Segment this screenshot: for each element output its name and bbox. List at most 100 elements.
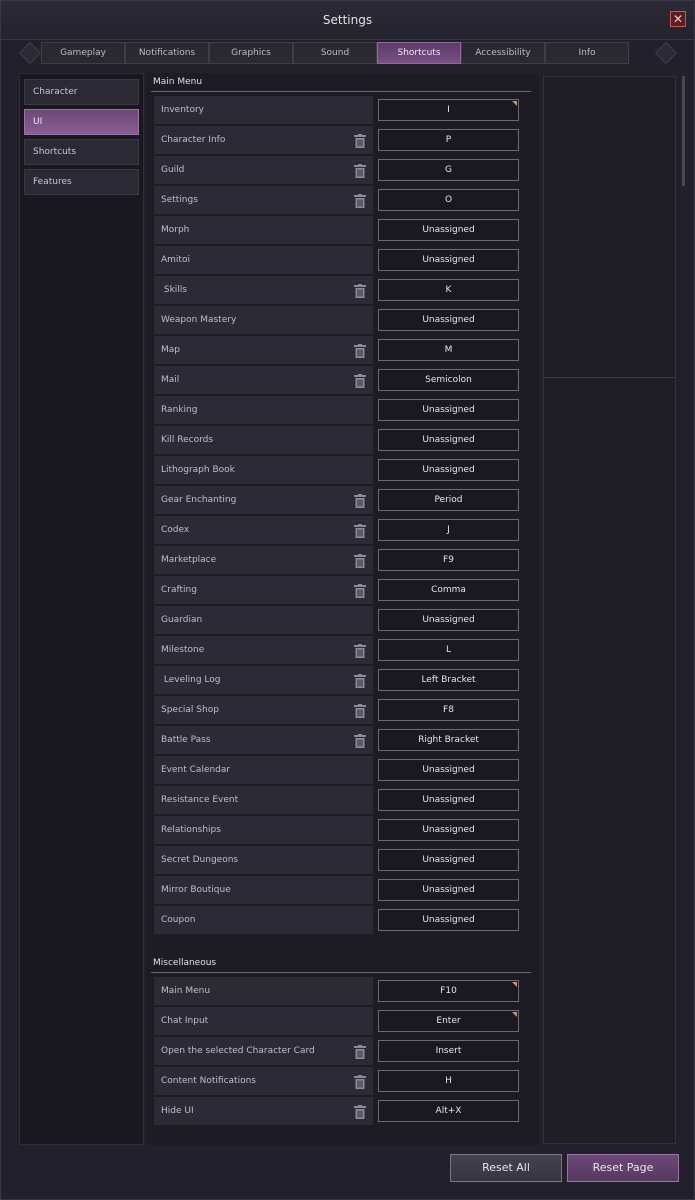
corner-marker-icon <box>512 1012 517 1017</box>
keybind-button[interactable]: P <box>378 129 519 151</box>
keybind-button[interactable]: Unassigned <box>378 819 519 841</box>
trash-icon[interactable] <box>354 643 366 658</box>
tab-left-arrow-icon[interactable] <box>19 42 41 64</box>
tab-accessibility[interactable]: Accessibility <box>461 42 545 64</box>
shortcut-label: Character Info <box>154 126 373 154</box>
keybind-button[interactable]: Left Bracket <box>378 669 519 691</box>
keybind-button[interactable]: Unassigned <box>378 459 519 481</box>
corner-marker-icon <box>512 982 517 987</box>
shortcut-label: Guild <box>154 156 373 184</box>
keybind-value: Period <box>434 495 463 505</box>
trash-icon[interactable] <box>354 583 366 598</box>
tab-sound[interactable]: Sound <box>293 42 377 64</box>
trash-icon[interactable] <box>354 673 366 688</box>
trash-icon[interactable] <box>354 493 366 508</box>
shortcut-label: Morph <box>154 216 373 244</box>
keybind-button[interactable]: Unassigned <box>378 759 519 781</box>
trash-icon[interactable] <box>354 343 366 358</box>
tab-notifications[interactable]: Notifications <box>125 42 209 64</box>
trash-icon[interactable] <box>354 163 366 178</box>
tab-info[interactable]: Info <box>545 42 629 64</box>
reset-all-button[interactable]: Reset All <box>450 1154 562 1182</box>
keybind-value: I <box>447 105 450 115</box>
scrollbar[interactable] <box>682 76 685 186</box>
keybind-button[interactable]: Unassigned <box>378 399 519 421</box>
keybind-button[interactable]: Semicolon <box>378 369 519 391</box>
shortcut-label: Content Notifications <box>154 1067 373 1095</box>
tabs: Gameplay Notifications Graphics Sound Shortc… <box>41 42 629 64</box>
shortcut-row: Lithograph Book Unassigned <box>154 456 520 484</box>
keybind-value: Unassigned <box>422 465 475 475</box>
shortcut-row: Mail Semicolon <box>154 366 520 394</box>
tab-shortcuts[interactable]: Shortcuts <box>377 42 461 64</box>
trash-icon[interactable] <box>354 193 366 208</box>
keybind-value: Enter <box>436 1016 461 1026</box>
section-divider <box>151 91 531 92</box>
keybind-button[interactable]: G <box>378 159 519 181</box>
trash-icon[interactable] <box>354 373 366 388</box>
keybind-button[interactable]: Unassigned <box>378 849 519 871</box>
keybind-button[interactable]: Unassigned <box>378 219 519 241</box>
shortcut-row: Marketplace F9 <box>154 546 520 574</box>
keybind-button[interactable]: M <box>378 339 519 361</box>
shortcut-label: Hide UI <box>154 1097 373 1125</box>
trash-icon[interactable] <box>354 523 366 538</box>
keybind-button[interactable]: F9 <box>378 549 519 571</box>
keybind-button[interactable]: Unassigned <box>378 909 519 931</box>
trash-icon[interactable] <box>354 1044 366 1059</box>
tab-right-arrow-icon[interactable] <box>655 42 677 64</box>
shortcut-label: Main Menu <box>154 977 373 1005</box>
keybind-button[interactable]: Unassigned <box>378 309 519 331</box>
keybind-button[interactable]: J <box>378 519 519 541</box>
trash-icon[interactable] <box>354 133 366 148</box>
close-icon[interactable]: ✕ <box>670 11 686 27</box>
keybind-button[interactable]: Period <box>378 489 519 511</box>
keybind-button[interactable]: Unassigned <box>378 249 519 271</box>
keybind-value: Unassigned <box>422 255 475 265</box>
keybind-button[interactable]: Unassigned <box>378 879 519 901</box>
keybind-button[interactable]: Unassigned <box>378 429 519 451</box>
keybind-button[interactable]: L <box>378 639 519 661</box>
keybind-value: M <box>444 345 453 355</box>
keybind-button[interactable]: Insert <box>378 1040 519 1062</box>
category-shortcuts[interactable]: Shortcuts <box>24 139 139 165</box>
keybind-button[interactable]: Unassigned <box>378 609 519 631</box>
shortcut-row: Special Shop F8 <box>154 696 520 724</box>
category-panel: Character UI Shortcuts Features <box>19 73 144 1145</box>
trash-icon[interactable] <box>354 283 366 298</box>
corner-marker-icon <box>512 101 517 106</box>
shortcut-row: Coupon Unassigned <box>154 906 520 934</box>
keybind-button[interactable]: F10 <box>378 980 519 1002</box>
category-ui[interactable]: UI <box>24 109 139 135</box>
keybind-button[interactable]: I <box>378 99 519 121</box>
keybind-button[interactable]: K <box>378 279 519 301</box>
reset-page-button[interactable]: Reset Page <box>567 1154 679 1182</box>
tab-gameplay[interactable]: Gameplay <box>41 42 125 64</box>
keybind-button[interactable]: Right Bracket <box>378 729 519 751</box>
trash-icon[interactable] <box>354 1074 366 1089</box>
trash-icon[interactable] <box>354 553 366 568</box>
trash-icon[interactable] <box>354 1104 366 1119</box>
keybind-button[interactable]: Unassigned <box>378 789 519 811</box>
detail-panel <box>543 76 676 1144</box>
keybind-button[interactable]: H <box>378 1070 519 1092</box>
keybind-button[interactable]: F8 <box>378 699 519 721</box>
shortcut-row: Milestone L <box>154 636 520 664</box>
category-character[interactable]: Character <box>24 79 139 105</box>
shortcut-row: Codex J <box>154 516 520 544</box>
shortcut-row: Hide UI Alt+X <box>154 1097 520 1125</box>
keybind-value: K <box>445 285 452 295</box>
keybind-value: F9 <box>443 555 454 565</box>
keybind-button[interactable]: O <box>378 189 519 211</box>
keybind-value: F8 <box>443 705 454 715</box>
category-features[interactable]: Features <box>24 169 139 195</box>
shortcut-row: Secret Dungeons Unassigned <box>154 846 520 874</box>
keybind-value: Unassigned <box>422 765 475 775</box>
keybind-button[interactable]: Enter <box>378 1010 519 1032</box>
trash-icon[interactable] <box>354 703 366 718</box>
keybind-button[interactable]: Comma <box>378 579 519 601</box>
keybind-button[interactable]: Alt+X <box>378 1100 519 1122</box>
tab-graphics[interactable]: Graphics <box>209 42 293 64</box>
trash-icon[interactable] <box>354 733 366 748</box>
shortcut-row: Event Calendar Unassigned <box>154 756 520 784</box>
